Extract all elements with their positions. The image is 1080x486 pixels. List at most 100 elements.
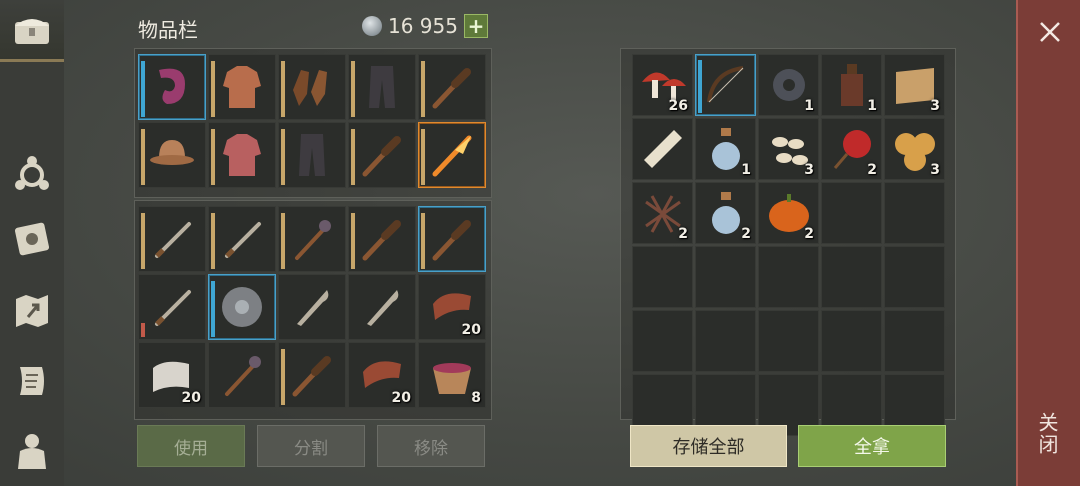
item-slot[interactable]: 3 [758, 118, 819, 180]
durability-bar [281, 129, 285, 185]
journal-icon [10, 217, 54, 261]
durability-bar [281, 349, 285, 405]
left-sidebar [0, 0, 64, 486]
club-icon [425, 60, 479, 114]
item-slot[interactable]: 2 [758, 182, 819, 244]
item-slot[interactable]: 2 [632, 182, 693, 244]
item-slot[interactable] [138, 54, 206, 120]
item-slot[interactable] [418, 122, 486, 188]
item-slot[interactable]: 3 [884, 118, 945, 180]
item-slot[interactable] [208, 122, 276, 188]
item-slot[interactable] [208, 54, 276, 120]
durability-bar [141, 61, 145, 117]
machete-icon [355, 280, 409, 334]
add-currency-button[interactable]: + [463, 14, 488, 38]
sword-icon [145, 212, 199, 266]
sidebar-tab-character[interactable] [0, 420, 64, 482]
store-all-button[interactable]: 存储全部 [630, 425, 787, 467]
durability-bar [351, 129, 355, 185]
item-slot[interactable]: 20 [348, 342, 416, 408]
sidebar-tab-inventory[interactable] [0, 0, 64, 62]
fire-spear-icon [425, 128, 479, 182]
split-button[interactable]: 分割 [257, 425, 365, 467]
sidebar-tab-journal[interactable] [0, 208, 64, 270]
durability-bar [211, 129, 215, 185]
inventory-grid: 20 20 20 8 [138, 206, 486, 408]
sidebar-tab-map[interactable] [0, 280, 64, 342]
gloves-icon [285, 60, 339, 114]
item-slot[interactable]: 20 [418, 274, 486, 340]
durability-bar [421, 61, 425, 117]
item-quantity: 3 [930, 98, 940, 114]
item-slot[interactable] [138, 274, 206, 340]
close-label[interactable]: 关闭 [1035, 412, 1062, 456]
durability-bar [211, 281, 215, 337]
item-slot[interactable] [208, 342, 276, 408]
use-button[interactable]: 使用 [137, 425, 245, 467]
item-slot[interactable] [348, 274, 416, 340]
empty-slot[interactable] [758, 246, 819, 308]
item-slot[interactable] [278, 342, 346, 408]
close-panel[interactable]: 关闭 [1016, 0, 1080, 486]
item-slot[interactable] [418, 206, 486, 272]
item-slot[interactable]: 2 [695, 182, 756, 244]
item-slot[interactable] [278, 206, 346, 272]
item-slot[interactable]: 2 [821, 118, 882, 180]
empty-slot[interactable] [695, 246, 756, 308]
item-slot[interactable] [418, 54, 486, 120]
item-slot[interactable] [348, 206, 416, 272]
item-slot[interactable]: 1 [695, 118, 756, 180]
scarf-icon [145, 60, 199, 114]
bow-icon [699, 58, 753, 112]
item-slot[interactable] [278, 54, 346, 120]
chainmail-icon [215, 128, 269, 182]
leather-armor-icon [215, 60, 269, 114]
durability-bar [421, 129, 425, 185]
durability-bar [211, 61, 215, 117]
item-slot[interactable]: 1 [758, 54, 819, 116]
item-slot[interactable]: 3 [884, 54, 945, 116]
item-slot[interactable]: 26 [632, 54, 693, 116]
container-grid: 26 1 1 3 1 3 2 3 2 2 2 [632, 54, 945, 436]
item-quantity: 2 [741, 226, 751, 242]
empty-slot[interactable] [884, 182, 945, 244]
empty-slot[interactable] [821, 310, 882, 372]
empty-slot[interactable] [695, 310, 756, 372]
machete-icon [285, 280, 339, 334]
empty-slot[interactable] [884, 310, 945, 372]
empty-slot[interactable] [758, 310, 819, 372]
durability-bar [141, 129, 145, 185]
empty-slot[interactable] [884, 246, 945, 308]
durability-bar [281, 61, 285, 117]
empty-slot[interactable] [632, 310, 693, 372]
item-slot[interactable]: 20 [138, 342, 206, 408]
durability-bar [351, 61, 355, 117]
item-quantity: 2 [867, 162, 877, 178]
item-slot[interactable] [138, 206, 206, 272]
sidebar-tab-crafting[interactable] [0, 144, 64, 206]
item-slot[interactable] [348, 54, 416, 120]
remove-button[interactable]: 移除 [377, 425, 485, 467]
empty-slot[interactable] [821, 246, 882, 308]
item-slot[interactable] [208, 274, 276, 340]
take-all-button[interactable]: 全拿 [798, 425, 946, 467]
item-slot[interactable] [278, 122, 346, 188]
item-quantity: 2 [804, 226, 814, 242]
item-slot[interactable]: 8 [418, 342, 486, 408]
item-slot[interactable] [208, 206, 276, 272]
currency-value: 16 955 [388, 14, 458, 38]
item-slot[interactable] [695, 54, 756, 116]
empty-slot[interactable] [632, 246, 693, 308]
sword-icon [215, 212, 269, 266]
empty-slot[interactable] [821, 182, 882, 244]
item-slot[interactable] [138, 122, 206, 188]
close-icon[interactable] [1032, 14, 1068, 50]
scroll-icon [636, 122, 690, 176]
item-slot[interactable] [278, 274, 346, 340]
sword-icon [145, 280, 199, 334]
item-slot[interactable] [348, 122, 416, 188]
inventory-title: 物品栏 [138, 18, 198, 42]
item-slot[interactable] [632, 118, 693, 180]
sidebar-tab-quests[interactable] [0, 350, 64, 412]
item-slot[interactable]: 1 [821, 54, 882, 116]
